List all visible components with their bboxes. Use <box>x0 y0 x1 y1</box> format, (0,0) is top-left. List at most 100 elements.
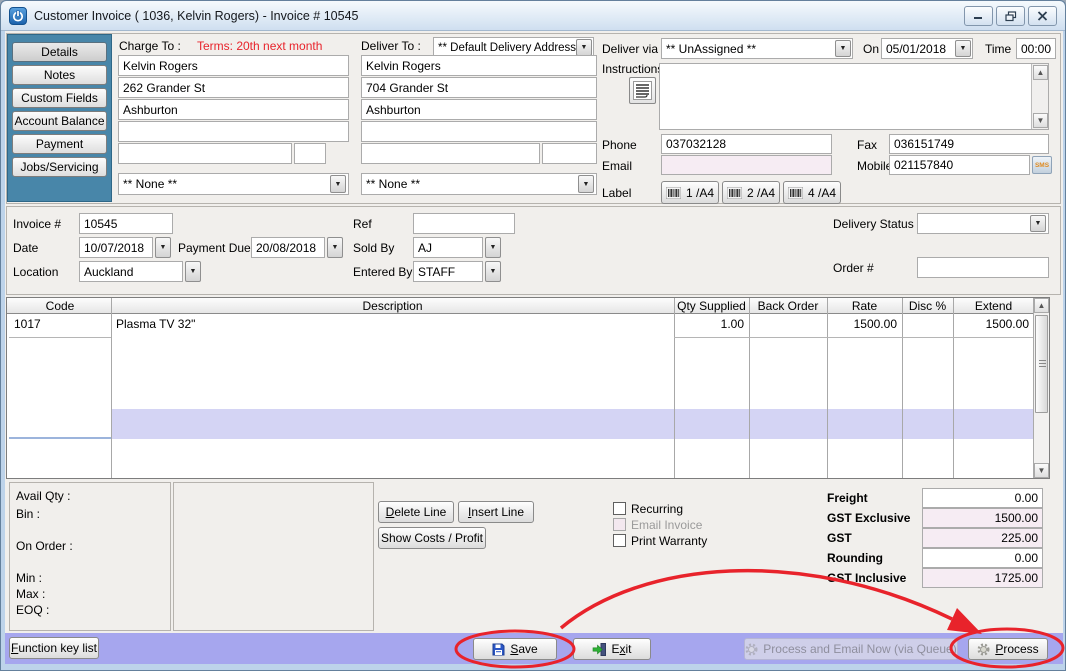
item-row-extend[interactable]: 1500.00 <box>953 316 1034 332</box>
deliver-address2-input[interactable]: Ashburton <box>361 99 597 120</box>
deliver-name-input[interactable]: Kelvin Rogers <box>361 55 597 76</box>
item-row-qty[interactable]: 1.00 <box>674 316 749 332</box>
scroll-up-icon[interactable]: ▲ <box>1034 298 1049 313</box>
deliver-via-dropdown-arrow-icon[interactable]: ▼ <box>835 40 851 57</box>
save-button-text: Save <box>510 642 538 656</box>
recurring-checkbox[interactable] <box>613 502 626 515</box>
column-header-qty-supplied[interactable]: Qty Supplied <box>674 299 749 313</box>
column-header-disc[interactable]: Disc % <box>902 299 953 313</box>
label-1a4-button[interactable]: 1 /A4 <box>661 181 719 204</box>
entered-by-dropdown-arrow-icon[interactable]: ▼ <box>485 261 501 282</box>
exit-button[interactable]: Exit <box>573 638 651 660</box>
fax-label: Fax <box>857 138 878 152</box>
charge-none-select[interactable]: ** None ** <box>118 173 349 195</box>
charge-address1-input[interactable]: 262 Grander St <box>118 77 349 98</box>
column-header-code[interactable]: Code <box>9 299 111 313</box>
delete-line-button[interactable]: Delete Line <box>378 501 454 523</box>
invoice-number-input[interactable]: 10545 <box>79 213 173 234</box>
date-dropdown-arrow-icon[interactable]: ▼ <box>155 237 171 258</box>
instructions-notes-icon[interactable] <box>629 77 656 104</box>
row-divider <box>674 337 1034 338</box>
sidebar-item-custom-fields[interactable]: Custom Fields <box>12 88 107 108</box>
maximize-button[interactable] <box>996 6 1025 26</box>
column-header-extend[interactable]: Extend <box>953 299 1034 313</box>
location-dropdown-arrow-icon[interactable]: ▼ <box>185 261 201 282</box>
charge-city-input[interactable] <box>118 143 292 164</box>
entered-by-select[interactable]: STAFF <box>413 261 483 282</box>
show-costs-profit-text: Show Costs / Profit <box>380 531 484 545</box>
freight-input[interactable]: 0.00 <box>922 488 1043 508</box>
charge-postcode-input[interactable] <box>294 143 326 164</box>
show-costs-profit-button[interactable]: Show Costs / Profit <box>378 527 486 549</box>
sidebar-item-details[interactable]: Details <box>12 42 107 62</box>
delivery-status-dropdown-arrow-icon[interactable]: ▼ <box>1030 215 1046 232</box>
sold-by-dropdown-arrow-icon[interactable]: ▼ <box>485 237 501 258</box>
deliver-postcode-input[interactable] <box>542 143 597 164</box>
sms-button[interactable]: SMS <box>1032 156 1052 174</box>
item-row-back-order[interactable] <box>749 316 827 332</box>
charge-address3-input[interactable] <box>118 121 349 142</box>
column-header-rate[interactable]: Rate <box>827 299 902 313</box>
scroll-up-icon[interactable]: ▲ <box>1033 65 1048 80</box>
mobile-input[interactable]: 021157840 <box>889 155 1030 175</box>
deliver-address1-text: 704 Grander St <box>366 80 449 95</box>
scroll-down-icon[interactable]: ▼ <box>1033 113 1048 128</box>
items-scrollbar[interactable]: ▲ ▼ <box>1033 298 1049 478</box>
charge-address2-input[interactable]: Ashburton <box>118 99 349 120</box>
rounding-input[interactable]: 0.00 <box>922 548 1043 568</box>
order-number-input[interactable] <box>917 257 1049 278</box>
function-key-list-button[interactable]: Function key list <box>9 637 99 659</box>
item-row-code[interactable]: 1017 <box>9 316 111 332</box>
minimize-button[interactable] <box>964 6 993 26</box>
email-input[interactable] <box>661 155 832 175</box>
location-select[interactable]: Auckland <box>79 261 183 282</box>
sidebar-item-payment[interactable]: Payment <box>12 134 107 154</box>
insert-line-button[interactable]: Insert Line <box>458 501 534 523</box>
item-row-rate[interactable]: 1500.00 <box>827 316 902 332</box>
deliver-via-select[interactable]: ** UnAssigned ** <box>661 38 853 59</box>
instructions-textarea[interactable] <box>659 63 1049 130</box>
label-1a4-text: 1 /A4 <box>685 185 715 200</box>
scrollbar-thumb[interactable] <box>1035 315 1048 413</box>
exit-button-text: Exit <box>611 642 632 656</box>
phone-input[interactable]: 037032128 <box>661 134 832 154</box>
payment-due-dropdown-arrow-icon[interactable]: ▼ <box>327 237 343 258</box>
ref-label: Ref <box>353 217 372 231</box>
close-button[interactable] <box>1028 6 1057 26</box>
gst-value: 225.00 <box>1001 531 1038 545</box>
item-row-disc[interactable] <box>902 316 953 332</box>
charge-none-dropdown-arrow-icon[interactable]: ▼ <box>330 175 346 193</box>
sidebar-item-notes[interactable]: Notes <box>12 65 107 85</box>
barcode-icon <box>665 186 681 199</box>
date-select[interactable]: 10/07/2018 <box>79 237 153 258</box>
label-4a4-button[interactable]: 4 /A4 <box>783 181 841 204</box>
label-2a4-button[interactable]: 2 /A4 <box>722 181 780 204</box>
deliver-address3-input[interactable] <box>361 121 597 142</box>
delivery-date-dropdown-arrow-icon[interactable]: ▼ <box>955 40 971 57</box>
item-row-description[interactable]: Plasma TV 32" <box>111 316 674 332</box>
fax-input[interactable]: 036151749 <box>889 134 1049 154</box>
deliver-address1-input[interactable]: 704 Grander St <box>361 77 597 98</box>
charge-name-input[interactable]: Kelvin Rogers <box>118 55 349 76</box>
deliver-none-dropdown-arrow-icon[interactable]: ▼ <box>578 175 594 193</box>
delivery-address-dropdown-arrow-icon[interactable]: ▼ <box>576 39 592 56</box>
delivery-address-text: ** Default Delivery Address * <box>438 41 584 54</box>
payment-due-select[interactable]: 20/08/2018 <box>251 237 325 258</box>
column-header-back-order[interactable]: Back Order <box>749 299 827 313</box>
column-header-description[interactable]: Description <box>111 299 674 313</box>
sidebar-item-jobs-servicing[interactable]: Jobs/Servicing <box>12 157 107 177</box>
title-bar[interactable]: Customer Invoice ( 1036, Kelvin Rogers) … <box>1 1 1065 31</box>
save-button[interactable]: Save <box>473 638 557 660</box>
gst-inclusive-label: GST Inclusive <box>827 571 907 585</box>
scroll-down-icon[interactable]: ▼ <box>1034 463 1049 478</box>
ref-input[interactable] <box>413 213 515 234</box>
sidebar-item-account-balance[interactable]: Account Balance <box>12 111 107 131</box>
instructions-scrollbar[interactable]: ▲ ▼ <box>1031 64 1048 129</box>
deliver-city-input[interactable] <box>361 143 540 164</box>
sold-by-select[interactable]: AJ <box>413 237 483 258</box>
selected-row-highlight[interactable] <box>111 409 1034 439</box>
process-button[interactable]: Process <box>968 638 1048 660</box>
deliver-none-select[interactable]: ** None ** <box>361 173 597 195</box>
time-input[interactable]: 00:00 <box>1016 38 1056 59</box>
print-warranty-checkbox[interactable] <box>613 534 626 547</box>
